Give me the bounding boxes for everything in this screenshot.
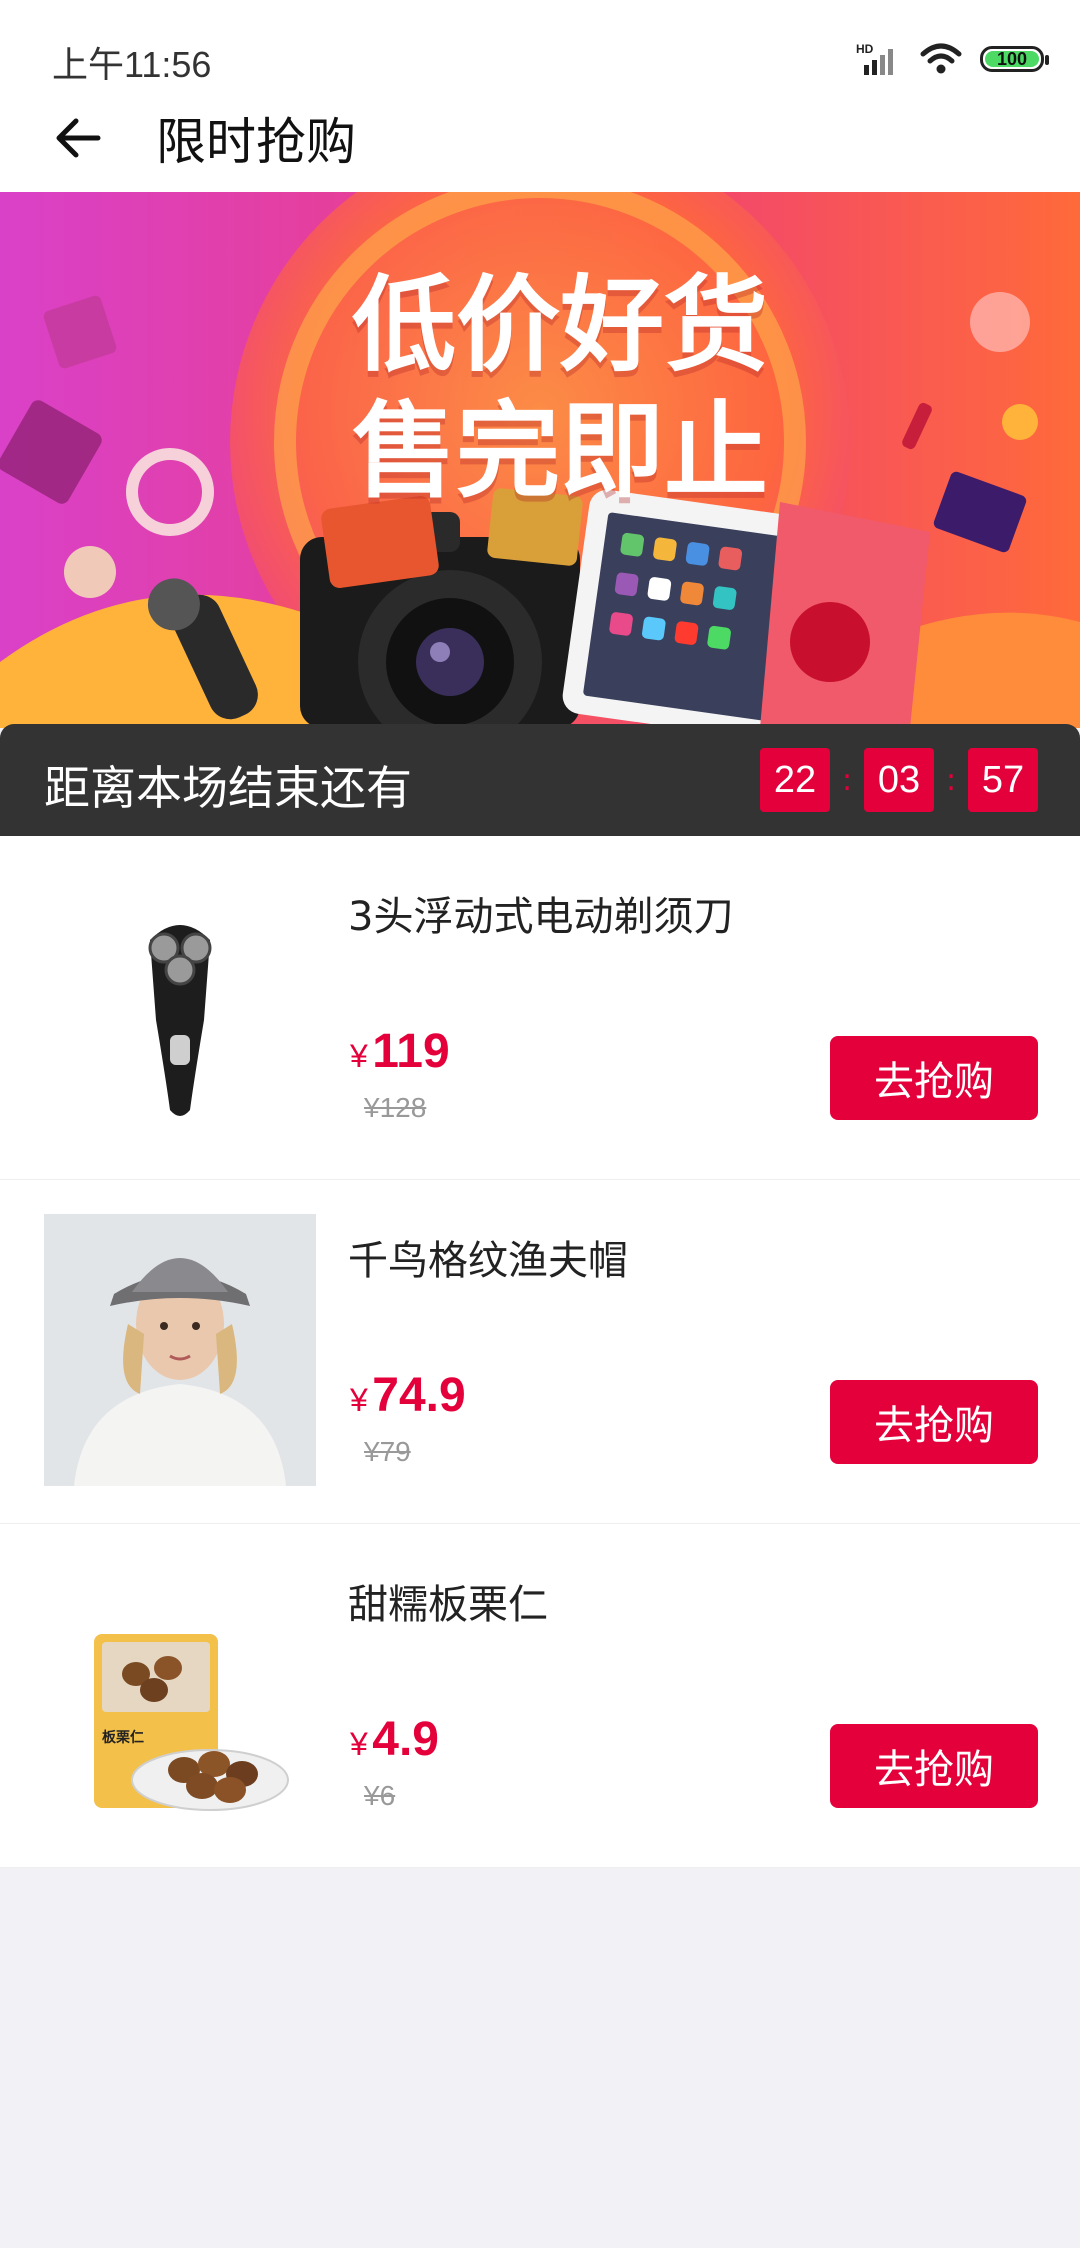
product-price: ¥ 74.9	[350, 1368, 466, 1423]
signal-icon: HD	[856, 42, 893, 75]
wifi-icon	[920, 43, 962, 74]
banner-slogan-line1: 低价好货	[351, 264, 768, 386]
countdown-hours: 22	[760, 748, 830, 812]
shaver-image	[44, 870, 316, 1142]
promo-banner[interactable]: 低价好货 售完即止	[0, 192, 1080, 728]
product-item[interactable]: 板栗仁 甜糯板栗仁 ¥ 4.9 ¥6 去抢购	[0, 1524, 1080, 1868]
chestnut-pack-label: 板栗仁	[102, 1729, 144, 1746]
product-name: 3头浮动式电动剃须刀	[348, 894, 734, 940]
battery-level: 100	[996, 48, 1028, 69]
product-list: 3头浮动式电动剃须刀 ¥ 119 ¥128 去抢购 千鸟格纹渔夫帽 ¥ 74.9…	[0, 836, 1080, 1868]
price-value: 119	[372, 1025, 450, 1078]
product-item[interactable]: 千鸟格纹渔夫帽 ¥ 74.9 ¥79 去抢购	[0, 1180, 1080, 1524]
countdown-minutes: 03	[864, 748, 934, 812]
countdown-seconds: 57	[968, 748, 1038, 812]
back-button[interactable]	[48, 108, 108, 168]
banner-slogan-line2: 售完即止	[351, 390, 768, 512]
battery-icon: 100	[980, 46, 1049, 72]
original-price: ¥6	[364, 1780, 396, 1811]
product-price: ¥ 4.9	[350, 1712, 439, 1767]
countdown-label: 距离本场结束还有	[44, 761, 412, 815]
countdown-separator: :	[842, 762, 853, 798]
app-header: 限时抢购	[0, 80, 1080, 193]
chestnut-image: 板栗仁	[44, 1558, 316, 1830]
price-value: 4.9	[372, 1713, 439, 1766]
banner-slogan: 低价好货 售完即止	[300, 262, 820, 514]
product-name: 千鸟格纹渔夫帽	[348, 1238, 628, 1284]
currency-symbol: ¥	[350, 1382, 368, 1418]
page-title: 限时抢购	[156, 113, 356, 171]
countdown-timer: 22 : 03 : 57	[760, 748, 1038, 812]
currency-symbol: ¥	[350, 1038, 368, 1074]
buy-button[interactable]: 去抢购	[830, 1380, 1038, 1464]
product-item[interactable]: 3头浮动式电动剃须刀 ¥ 119 ¥128 去抢购	[0, 836, 1080, 1180]
back-arrow-icon	[56, 118, 101, 158]
price-value: 74.9	[372, 1369, 466, 1422]
original-price: ¥128	[364, 1092, 427, 1123]
currency-symbol: ¥	[350, 1726, 368, 1762]
buy-button[interactable]: 去抢购	[830, 1036, 1038, 1120]
status-icons: HD 100	[856, 36, 1049, 82]
original-price: ¥79	[364, 1436, 411, 1467]
product-name: 甜糯板栗仁	[348, 1582, 548, 1628]
signal-hd-label: HD	[856, 42, 874, 56]
countdown-bar: 距离本场结束还有 22 : 03 : 57	[0, 724, 1080, 836]
product-price: ¥ 119	[350, 1024, 450, 1079]
countdown-separator: :	[946, 762, 957, 798]
buy-button[interactable]: 去抢购	[830, 1724, 1038, 1808]
bucket-hat-image	[44, 1214, 316, 1486]
